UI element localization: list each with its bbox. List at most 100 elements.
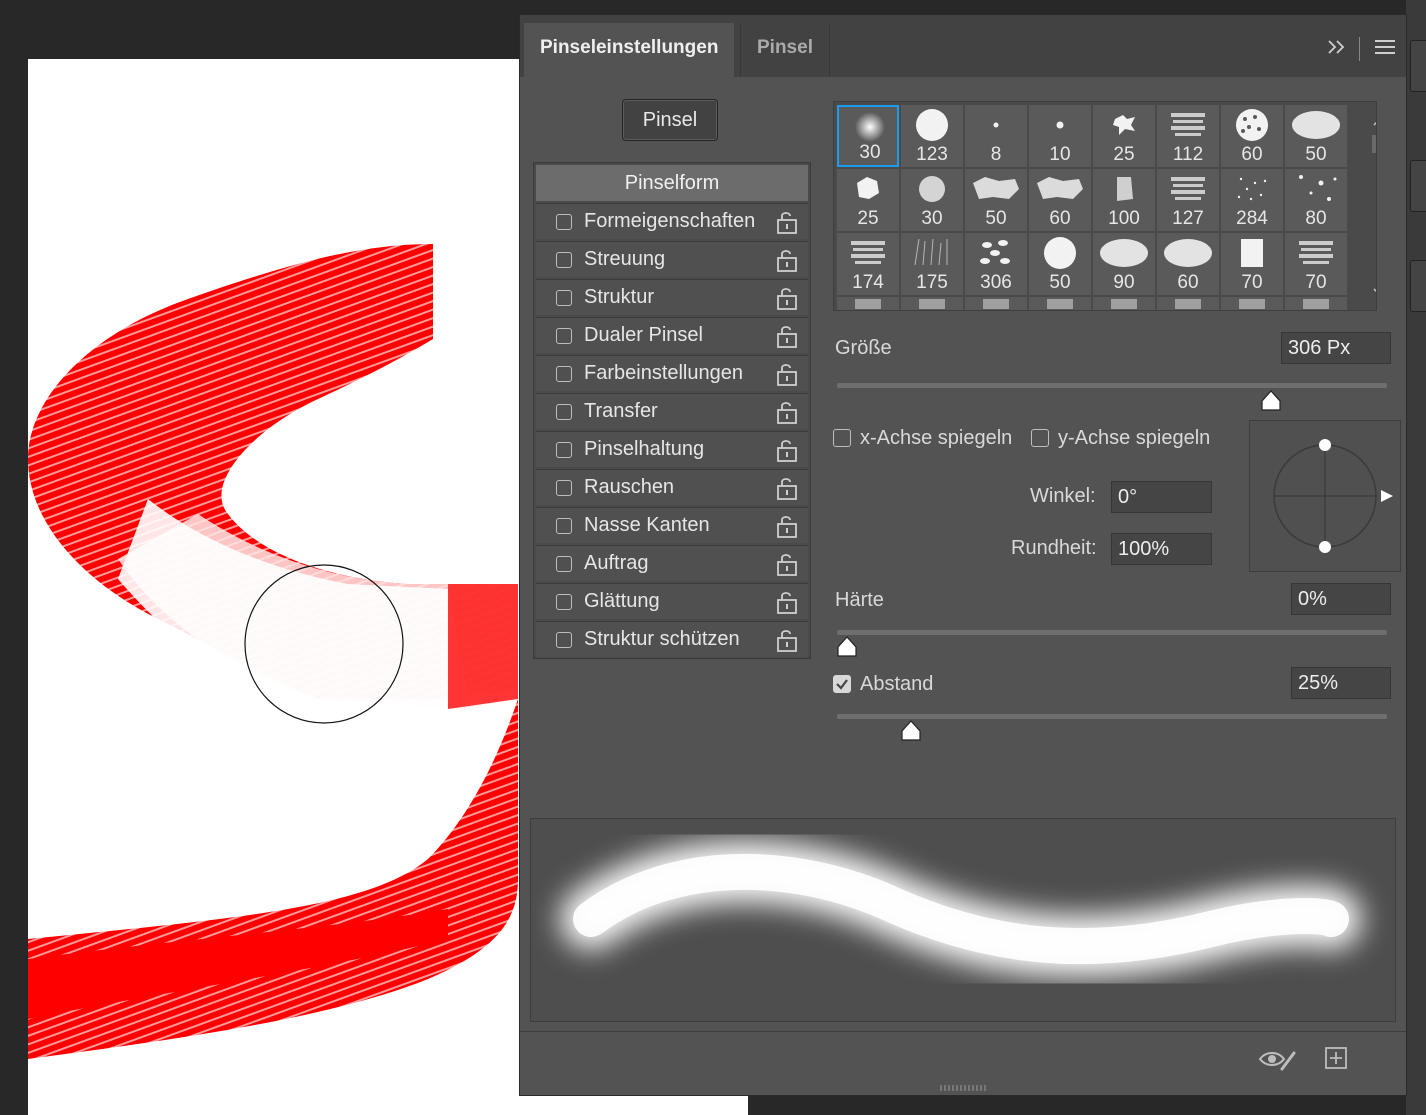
unlock-icon[interactable] bbox=[776, 628, 798, 652]
spacing-checkbox[interactable] bbox=[833, 675, 851, 693]
brush-tip-shape bbox=[1241, 239, 1263, 267]
brush-tip[interactable] bbox=[837, 297, 899, 310]
option-row[interactable]: Rauschen bbox=[536, 469, 808, 505]
panel-resize-grip[interactable] bbox=[940, 1085, 986, 1091]
option-row[interactable]: Dualer Pinsel bbox=[536, 317, 808, 353]
hardness-slider-thumb[interactable] bbox=[836, 636, 858, 658]
option-row[interactable]: Pinselhaltung bbox=[536, 431, 808, 467]
option-row[interactable]: Struktur bbox=[536, 279, 808, 315]
brush-tip[interactable]: 30 bbox=[837, 105, 899, 167]
flip-y-checkbox[interactable] bbox=[1031, 429, 1049, 447]
tab-brush[interactable]: Pinsel bbox=[740, 23, 830, 77]
brush-tip[interactable]: 10 bbox=[1029, 105, 1091, 167]
option-row[interactable]: Farbeinstellungen bbox=[536, 355, 808, 391]
unlock-icon[interactable] bbox=[776, 248, 798, 272]
option-checkbox[interactable] bbox=[556, 518, 572, 534]
option-row[interactable]: Auftrag bbox=[536, 545, 808, 581]
unlock-icon[interactable] bbox=[776, 438, 798, 462]
tab-brush-settings[interactable]: Pinseleinstellungen bbox=[524, 23, 735, 77]
brush-tip[interactable]: 112 bbox=[1157, 105, 1219, 167]
brush-tip[interactable]: 70 bbox=[1221, 233, 1283, 295]
flip-x-checkbox[interactable] bbox=[833, 429, 851, 447]
brush-tip[interactable]: 174 bbox=[837, 233, 899, 295]
angle-input[interactable]: 0° bbox=[1111, 481, 1212, 513]
brush-tip[interactable]: 50 bbox=[965, 169, 1027, 231]
brush-tip[interactable]: 60 bbox=[1029, 169, 1091, 231]
spacing-input[interactable]: 25% bbox=[1291, 667, 1391, 699]
option-row[interactable]: Nasse Kanten bbox=[536, 507, 808, 543]
option-row[interactable]: Transfer bbox=[536, 393, 808, 429]
unlock-icon[interactable] bbox=[776, 476, 798, 500]
unlock-icon[interactable] bbox=[776, 552, 798, 576]
hardness-input[interactable]: 0% bbox=[1291, 583, 1391, 615]
brush-tip[interactable] bbox=[1093, 297, 1155, 310]
option-checkbox[interactable] bbox=[556, 290, 572, 306]
grid-scrollbar[interactable] bbox=[1367, 102, 1376, 310]
brush-presets-button[interactable]: Pinsel bbox=[622, 99, 718, 141]
brush-tip[interactable]: 60 bbox=[1221, 105, 1283, 167]
option-checkbox[interactable] bbox=[556, 366, 572, 382]
unlock-icon[interactable] bbox=[776, 514, 798, 538]
option-checkbox[interactable] bbox=[556, 214, 572, 230]
spacing-slider-thumb[interactable] bbox=[900, 720, 922, 742]
scrollbar-thumb[interactable] bbox=[1372, 135, 1376, 153]
unlock-icon[interactable] bbox=[776, 400, 798, 424]
brush-tip[interactable]: 50 bbox=[1285, 105, 1347, 167]
brush-tip[interactable] bbox=[1157, 297, 1219, 310]
dock-panel-stub[interactable] bbox=[1410, 40, 1426, 92]
brush-tip[interactable]: 306 bbox=[965, 233, 1027, 295]
brush-tip-shape-header[interactable]: Pinselform bbox=[536, 165, 808, 201]
unlock-icon[interactable] bbox=[776, 210, 798, 234]
unlock-icon[interactable] bbox=[776, 324, 798, 348]
hardness-slider-track[interactable] bbox=[837, 630, 1387, 635]
brush-tip[interactable] bbox=[1285, 297, 1347, 310]
brush-tip[interactable]: 90 bbox=[1093, 233, 1155, 295]
toggle-preview-icon[interactable] bbox=[1258, 1047, 1298, 1071]
brush-tip[interactable]: 284 bbox=[1221, 169, 1283, 231]
brush-tip[interactable] bbox=[1221, 297, 1283, 310]
brush-tip[interactable]: 175 bbox=[901, 233, 963, 295]
option-checkbox[interactable] bbox=[556, 556, 572, 572]
size-slider-thumb[interactable] bbox=[1260, 390, 1282, 412]
brush-tip[interactable]: 80 bbox=[1285, 169, 1347, 231]
brush-tip[interactable]: 25 bbox=[1093, 105, 1155, 167]
dock-panel-stub[interactable] bbox=[1410, 260, 1426, 312]
option-checkbox[interactable] bbox=[556, 480, 572, 496]
brush-tip[interactable]: 123 bbox=[901, 105, 963, 167]
brush-tip[interactable]: 127 bbox=[1157, 169, 1219, 231]
option-checkbox[interactable] bbox=[556, 442, 572, 458]
spacing-slider-track[interactable] bbox=[837, 714, 1387, 719]
size-slider-track[interactable] bbox=[837, 383, 1387, 388]
angle-roundness-widget[interactable] bbox=[1249, 420, 1401, 572]
brush-tip[interactable]: 50 bbox=[1029, 233, 1091, 295]
chevron-up-icon[interactable] bbox=[1373, 114, 1376, 130]
unlock-icon[interactable] bbox=[776, 590, 798, 614]
option-row[interactable]: Struktur schützen bbox=[536, 621, 808, 657]
brush-tip[interactable]: 25 bbox=[837, 169, 899, 231]
dock-panel-stub[interactable] bbox=[1410, 160, 1426, 212]
option-checkbox[interactable] bbox=[556, 594, 572, 610]
brush-tip[interactable]: 60 bbox=[1157, 233, 1219, 295]
new-brush-preset-icon[interactable] bbox=[1324, 1046, 1348, 1070]
brush-tip[interactable]: 30 bbox=[901, 169, 963, 231]
chevron-down-icon[interactable] bbox=[1373, 284, 1376, 300]
brush-tip[interactable]: 70 bbox=[1285, 233, 1347, 295]
option-checkbox[interactable] bbox=[556, 632, 572, 648]
brush-tip[interactable] bbox=[901, 297, 963, 310]
roundness-input[interactable]: 100% bbox=[1111, 533, 1212, 565]
hamburger-menu-icon[interactable] bbox=[1375, 40, 1395, 56]
double-chevron-right-icon[interactable] bbox=[1325, 35, 1349, 59]
option-checkbox[interactable] bbox=[556, 252, 572, 268]
brush-tip[interactable]: 8 bbox=[965, 105, 1027, 167]
option-row[interactable]: Formeigenschaften bbox=[536, 203, 808, 239]
brush-tip[interactable] bbox=[965, 297, 1027, 310]
unlock-icon[interactable] bbox=[776, 362, 798, 386]
option-row[interactable]: Streuung bbox=[536, 241, 808, 277]
option-row[interactable]: Glättung bbox=[536, 583, 808, 619]
unlock-icon[interactable] bbox=[776, 286, 798, 310]
brush-tip[interactable] bbox=[1029, 297, 1091, 310]
option-checkbox[interactable] bbox=[556, 328, 572, 344]
brush-tip[interactable]: 100 bbox=[1093, 169, 1155, 231]
option-checkbox[interactable] bbox=[556, 404, 572, 420]
size-input[interactable]: 306 Px bbox=[1281, 332, 1391, 364]
